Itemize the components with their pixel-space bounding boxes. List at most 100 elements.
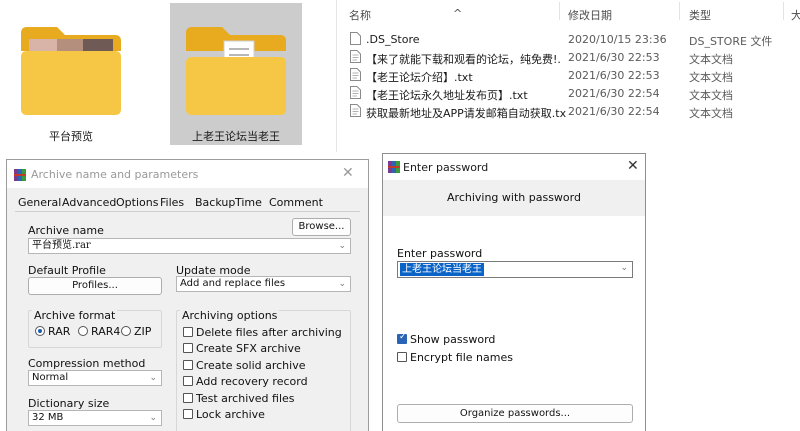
radio-rar4[interactable]: [78, 326, 88, 336]
show-password-label: Show password: [410, 333, 496, 346]
show-password-checkbox[interactable]: [397, 332, 407, 344]
dialog-title-bar[interactable]: Archive name and parameters ✕: [7, 160, 368, 188]
checkbox-create-sfx[interactable]: [183, 343, 193, 353]
file-date: 2020/10/15 23:36: [568, 33, 667, 46]
file-row[interactable]: .DS_Store 2020/10/15 23:36 DS_STORE 文件: [337, 30, 800, 48]
browse-button[interactable]: Browse...: [292, 218, 351, 236]
tab-general[interactable]: General: [18, 196, 61, 209]
checkbox-delete-files[interactable]: [183, 327, 193, 337]
organize-passwords-button[interactable]: Organize passwords...: [397, 404, 633, 423]
enter-password-dialog: Enter password ✕ Archiving with password…: [382, 153, 646, 431]
dialog-title: Archive name and parameters: [31, 168, 199, 181]
file-row[interactable]: 【老王论坛永久地址发布页】.txt 2021/6/30 22:54 文本文档: [337, 84, 800, 102]
option-label: Test archived files: [196, 392, 295, 405]
checkbox-solid-archive[interactable]: [183, 360, 193, 370]
option-label: Add recovery record: [196, 375, 308, 388]
winrar-logo-icon: [14, 169, 26, 181]
file-type: DS_STORE 文件: [689, 35, 773, 48]
tab-comment[interactable]: Comment: [269, 196, 323, 209]
archive-name-value: 平台预览.rar: [32, 240, 91, 251]
dialog-subtitle: Archiving with password: [447, 191, 581, 204]
file-name: 【老王论坛永久地址发布页】.txt: [366, 89, 528, 102]
file-date: 2021/6/30 22:53: [568, 51, 660, 64]
checkbox-recovery-record[interactable]: [183, 376, 193, 386]
column-divider[interactable]: [783, 2, 784, 20]
tab-options[interactable]: Options: [116, 196, 158, 209]
column-divider[interactable]: [679, 2, 680, 20]
compression-method-label: Compression method: [28, 357, 146, 370]
preview-image-folder-icon: [21, 27, 121, 115]
radio-zip[interactable]: [121, 326, 131, 336]
folder-tile-preview[interactable]: 平台预览: [5, 3, 137, 145]
column-name[interactable]: 名称: [349, 7, 371, 23]
folder-name: 上老王论坛当老王: [192, 130, 280, 143]
tab-files[interactable]: Files: [160, 196, 184, 209]
file-date: 2021/6/30 22:54: [568, 87, 660, 100]
archive-name-input[interactable]: 平台预览.rar ⌄: [28, 238, 351, 254]
checkbox-test-files[interactable]: [183, 393, 193, 403]
column-type[interactable]: 类型: [689, 7, 711, 23]
sort-ascending-icon: ^: [453, 7, 463, 20]
close-icon[interactable]: ✕: [342, 165, 354, 181]
text-file-icon: [350, 104, 361, 117]
winrar-logo-icon: [388, 161, 400, 173]
compression-method-select[interactable]: Normal ⌄: [28, 370, 162, 386]
file-row[interactable]: 【来了就能下载和观看的论坛，纯免费!... 2021/6/30 22:53 文本…: [337, 48, 800, 66]
radio-rar[interactable]: [35, 326, 45, 336]
file-date: 2021/6/30 22:53: [568, 69, 660, 82]
radio-rar4-label: RAR4: [91, 325, 121, 338]
file-name: 【老王论坛介绍】.txt: [366, 71, 473, 84]
tab-backup[interactable]: Backup: [195, 196, 235, 209]
enter-password-label: Enter password: [397, 247, 483, 260]
archive-parameters-dialog: Archive name and parameters ✕ General Ad…: [6, 159, 369, 431]
update-mode-select[interactable]: Add and replace files ⌄: [176, 276, 351, 292]
dialog-title: Enter password: [403, 161, 489, 174]
chevron-down-icon[interactable]: ⌄: [620, 263, 628, 273]
text-file-icon: [350, 68, 361, 81]
file-name: 获取最新地址及APP请发邮箱自动获取.txt: [366, 107, 566, 120]
option-label: Create solid archive: [196, 359, 306, 372]
encrypt-names-checkbox[interactable]: [397, 352, 407, 362]
file-type: 文本文档: [689, 53, 733, 66]
dictionary-size-select[interactable]: 32 MB ⌄: [28, 410, 162, 426]
column-date[interactable]: 修改日期: [568, 7, 612, 23]
dictionary-size-value: 32 MB: [32, 412, 64, 423]
profiles-button[interactable]: Profiles...: [28, 277, 162, 295]
file-name: 【来了就能下载和观看的论坛，纯免费!...: [366, 53, 562, 66]
password-value: 上老王论坛当老王: [400, 263, 484, 276]
column-header: 名称 ^ 修改日期 类型 大: [337, 0, 800, 26]
default-profile-label: Default Profile: [28, 264, 106, 277]
radio-rar-label: RAR: [48, 325, 71, 338]
close-icon[interactable]: ✕: [627, 158, 639, 174]
archive-name-label: Archive name: [28, 224, 104, 237]
file-row[interactable]: 【老王论坛介绍】.txt 2021/6/30 22:53 文本文档: [337, 66, 800, 84]
option-label: Delete files after archiving: [196, 326, 342, 339]
blank-file-icon: [350, 32, 361, 45]
password-input[interactable]: 上老王论坛当老王 ⌄: [397, 261, 633, 278]
explorer-details-view: 名称 ^ 修改日期 类型 大 .DS_Store 2020/10/15 23:3…: [336, 0, 800, 152]
document-folder-icon: [186, 27, 286, 115]
tab-time[interactable]: Time: [235, 196, 262, 209]
compression-method-value: Normal: [32, 372, 69, 383]
option-label: Lock archive: [196, 408, 265, 421]
tab-advanced[interactable]: Advanced: [62, 196, 116, 209]
archive-format-label: Archive format: [32, 309, 118, 322]
checkbox-lock-archive[interactable]: [183, 409, 193, 419]
column-divider[interactable]: [559, 2, 560, 20]
chevron-down-icon[interactable]: ⌄: [149, 411, 157, 425]
dictionary-size-label: Dictionary size: [28, 397, 110, 410]
text-file-icon: [350, 50, 361, 63]
file-row[interactable]: 获取最新地址及APP请发邮箱自动获取.txt 2021/6/30 22:54 文…: [337, 102, 800, 120]
archiving-options-label: Archiving options: [180, 309, 280, 322]
folder-tile-selected[interactable]: 上老王论坛当老王: [170, 3, 302, 145]
chevron-down-icon[interactable]: ⌄: [338, 239, 346, 253]
column-size[interactable]: 大: [791, 7, 800, 23]
dialog-title-bar[interactable]: Enter password ✕: [383, 154, 645, 180]
update-mode-value: Add and replace files: [180, 278, 286, 289]
encrypt-names-label: Encrypt file names: [410, 351, 513, 364]
folder-name: 平台预览: [49, 130, 93, 143]
file-type: 文本文档: [689, 89, 733, 102]
radio-zip-label: ZIP: [134, 325, 152, 338]
chevron-down-icon[interactable]: ⌄: [338, 277, 346, 291]
chevron-down-icon[interactable]: ⌄: [149, 371, 157, 385]
